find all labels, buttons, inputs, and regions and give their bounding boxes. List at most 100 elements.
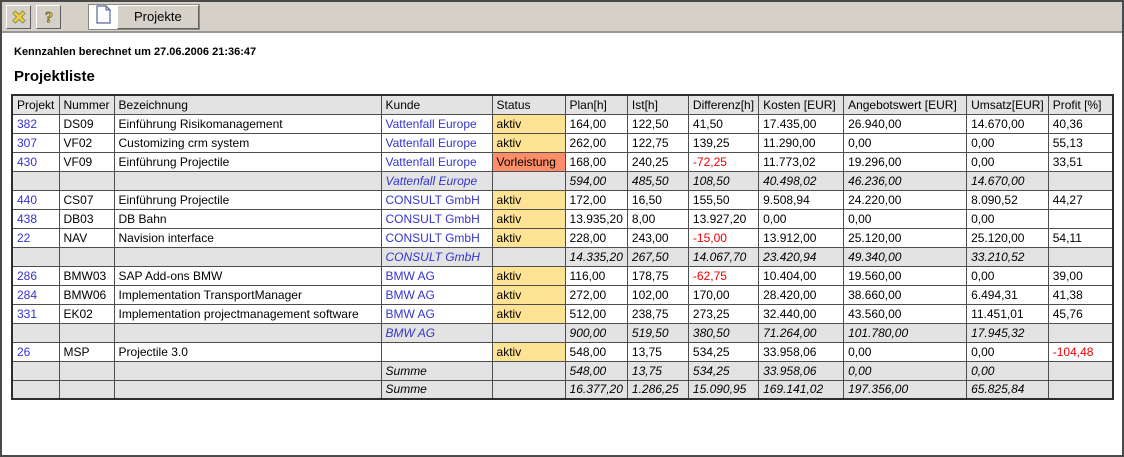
project-link[interactable]: 382 <box>17 117 37 131</box>
cell-profit <box>1048 171 1113 190</box>
cell-bezeichnung: Einführung Projectile <box>114 190 381 209</box>
customer-link[interactable]: Vattenfall Europe <box>386 136 477 150</box>
project-link[interactable]: 430 <box>17 155 37 169</box>
cell-kosten-eur: 11.290,00 <box>759 133 844 152</box>
cell-kosten-eur: 11.773,02 <box>759 152 844 171</box>
cell-ist-h: 16,50 <box>627 190 688 209</box>
document-icon-button[interactable] <box>89 5 117 29</box>
cell-umsatz-eur: 6.494,31 <box>967 285 1049 304</box>
customer-link[interactable]: Vattenfall Europe <box>386 174 478 188</box>
help-button[interactable]: ? <box>36 5 61 29</box>
customer-link[interactable]: Vattenfall Europe <box>386 155 477 169</box>
status-badge: aktiv <box>492 190 565 209</box>
cell-differenz-h: -62,75 <box>688 266 758 285</box>
cell-nummer: BMW03 <box>59 266 114 285</box>
customer-link[interactable]: Vattenfall Europe <box>386 117 477 131</box>
cell-angebotswert-eur: 26.940,00 <box>844 114 967 133</box>
project-link[interactable]: 284 <box>17 288 37 302</box>
column-header-bezeichnung: Bezeichnung <box>114 95 381 114</box>
cell-status <box>492 380 565 399</box>
project-link[interactable]: 307 <box>17 136 37 150</box>
cell-nummer: DS09 <box>59 114 114 133</box>
table-row: 284BMW06Implementation TransportManagerB… <box>12 285 1113 304</box>
cell-plan-h: 116,00 <box>565 266 627 285</box>
document-icon <box>95 5 112 29</box>
table-row: 331EK02Implementation projectmanagement … <box>12 304 1113 323</box>
column-header-status: Status <box>492 95 565 114</box>
cell-profit: -104,48 <box>1048 342 1113 361</box>
cell-umsatz-eur: 25.120,00 <box>967 228 1049 247</box>
cell-ist-h: 178,75 <box>627 266 688 285</box>
cell-status <box>492 361 565 380</box>
cell-bezeichnung: Einführung Risikomanagement <box>114 114 381 133</box>
status-badge: aktiv <box>492 209 565 228</box>
cell-profit <box>1048 361 1113 380</box>
customer-link[interactable]: CONSULT GmbH <box>386 250 480 264</box>
cell-bezeichnung: DB Bahn <box>114 209 381 228</box>
project-link[interactable]: 440 <box>17 193 37 207</box>
project-link[interactable]: 438 <box>17 212 37 226</box>
cell-angebotswert-eur: 0,00 <box>844 361 967 380</box>
projekte-tab-button[interactable]: Projekte <box>117 5 199 29</box>
cell-kunde: CONSULT GmbH <box>381 190 492 209</box>
cell-bezeichnung <box>114 361 381 380</box>
cell-differenz-h: -72,25 <box>688 152 758 171</box>
cell-angebotswert-eur: 46.236,00 <box>844 171 967 190</box>
cell-umsatz-eur: 0,00 <box>967 209 1049 228</box>
toolbar: ? Projekte <box>2 2 1122 33</box>
customer-link[interactable]: BMW AG <box>386 288 435 302</box>
cell-kosten-eur: 28.420,00 <box>759 285 844 304</box>
project-link[interactable]: 22 <box>17 231 30 245</box>
cell-projekt: 438 <box>12 209 59 228</box>
cell-plan-h: 16.377,20 <box>565 380 627 399</box>
cell-umsatz-eur: 17.945,32 <box>967 323 1049 342</box>
cell-bezeichnung: Customizing crm system <box>114 133 381 152</box>
cell-kunde: Summe <box>381 380 492 399</box>
cell-projekt <box>12 361 59 380</box>
status-badge: aktiv <box>492 114 565 133</box>
customer-link[interactable]: CONSULT GmbH <box>386 212 480 226</box>
cell-projekt: 284 <box>12 285 59 304</box>
cell-differenz-h: -15,00 <box>688 228 758 247</box>
cell-plan-h: 900,00 <box>565 323 627 342</box>
close-button[interactable] <box>6 5 31 29</box>
customer-link[interactable]: BMW AG <box>386 326 436 340</box>
cell-nummer: DB03 <box>59 209 114 228</box>
cell-ist-h: 13,75 <box>627 342 688 361</box>
customer-link[interactable]: BMW AG <box>386 307 435 321</box>
customer-link[interactable]: CONSULT GmbH <box>386 193 480 207</box>
cell-angebotswert-eur: 19.560,00 <box>844 266 967 285</box>
cell-nummer <box>59 380 114 399</box>
customer-link[interactable]: BMW AG <box>386 269 435 283</box>
project-link[interactable]: 286 <box>17 269 37 283</box>
cell-angebotswert-eur: 197.356,00 <box>844 380 967 399</box>
project-link[interactable]: 331 <box>17 307 37 321</box>
cell-ist-h: 8,00 <box>627 209 688 228</box>
cell-kunde: Vattenfall Europe <box>381 133 492 152</box>
table-row: 286BMW03SAP Add-ons BMWBMW AGaktiv116,00… <box>12 266 1113 285</box>
cell-ist-h: 102,00 <box>627 285 688 304</box>
cell-projekt <box>12 171 59 190</box>
cell-nummer: VF02 <box>59 133 114 152</box>
table-row: 26MSPProjectile 3.0aktiv548,0013,75534,2… <box>12 342 1113 361</box>
cell-umsatz-eur: 0,00 <box>967 342 1049 361</box>
cell-kosten-eur: 40.498,02 <box>759 171 844 190</box>
cell-kunde: BMW AG <box>381 285 492 304</box>
cell-profit <box>1048 323 1113 342</box>
cell-angebotswert-eur: 19.296,00 <box>844 152 967 171</box>
cell-angebotswert-eur: 101.780,00 <box>844 323 967 342</box>
project-link[interactable]: 26 <box>17 345 30 359</box>
cell-status <box>492 323 565 342</box>
cell-profit: 45,76 <box>1048 304 1113 323</box>
status-badge: aktiv <box>492 228 565 247</box>
cell-umsatz-eur: 0,00 <box>967 152 1049 171</box>
cell-nummer: VF09 <box>59 152 114 171</box>
cell-kunde: Vattenfall Europe <box>381 171 492 190</box>
summary-row: Summe16.377,201.286,2515.090,95169.141,0… <box>12 380 1113 399</box>
cell-angebotswert-eur: 38.660,00 <box>844 285 967 304</box>
cell-differenz-h: 534,25 <box>688 361 758 380</box>
cell-projekt <box>12 380 59 399</box>
cell-profit: 39,00 <box>1048 266 1113 285</box>
cell-kunde: Vattenfall Europe <box>381 152 492 171</box>
customer-link[interactable]: CONSULT GmbH <box>386 231 480 245</box>
